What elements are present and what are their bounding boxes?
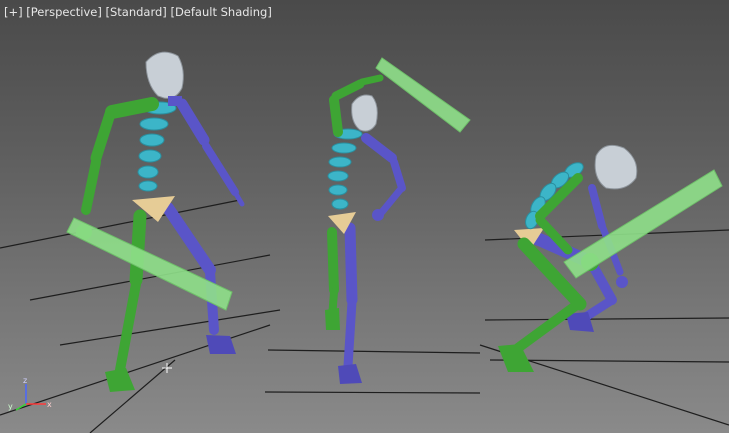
figure-left-right-arm[interactable] (176, 98, 245, 207)
figure-right[interactable] (498, 144, 723, 372)
perspective-viewport[interactable]: [+] [Perspective] [Standard] [Default Sh… (0, 0, 729, 433)
figure-middle-head (351, 94, 378, 132)
axis-z-label: z (23, 376, 27, 385)
figure-left[interactable] (66, 51, 245, 392)
figure-middle-spine (327, 128, 363, 210)
scene-canvas[interactable] (0, 0, 729, 433)
axis-y-line (15, 403, 27, 411)
figure-middle-right-arm[interactable] (361, 133, 406, 221)
figure-right-prop[interactable] (563, 169, 723, 279)
figure-right-head (594, 144, 638, 190)
axis-x-label: x (47, 400, 52, 409)
axis-gizmo-icon: z x y (8, 376, 52, 411)
viewport-shading-button[interactable]: [Default Shading] (170, 5, 271, 19)
figure-middle-prop[interactable] (375, 57, 471, 133)
axis-y-label: y (8, 402, 13, 411)
viewport-label: [+] [Perspective] [Standard] [Default Sh… (4, 5, 272, 19)
figure-middle-left-leg[interactable] (325, 227, 340, 330)
figure-left-spine (137, 101, 177, 192)
viewport-menu-button[interactable]: [+] (4, 5, 23, 19)
viewport-preset-button[interactable]: [Standard] (106, 5, 167, 19)
figure-middle-right-leg[interactable] (338, 222, 362, 384)
figure-middle[interactable] (325, 57, 471, 384)
viewport-view-button[interactable]: [Perspective] (26, 5, 102, 19)
